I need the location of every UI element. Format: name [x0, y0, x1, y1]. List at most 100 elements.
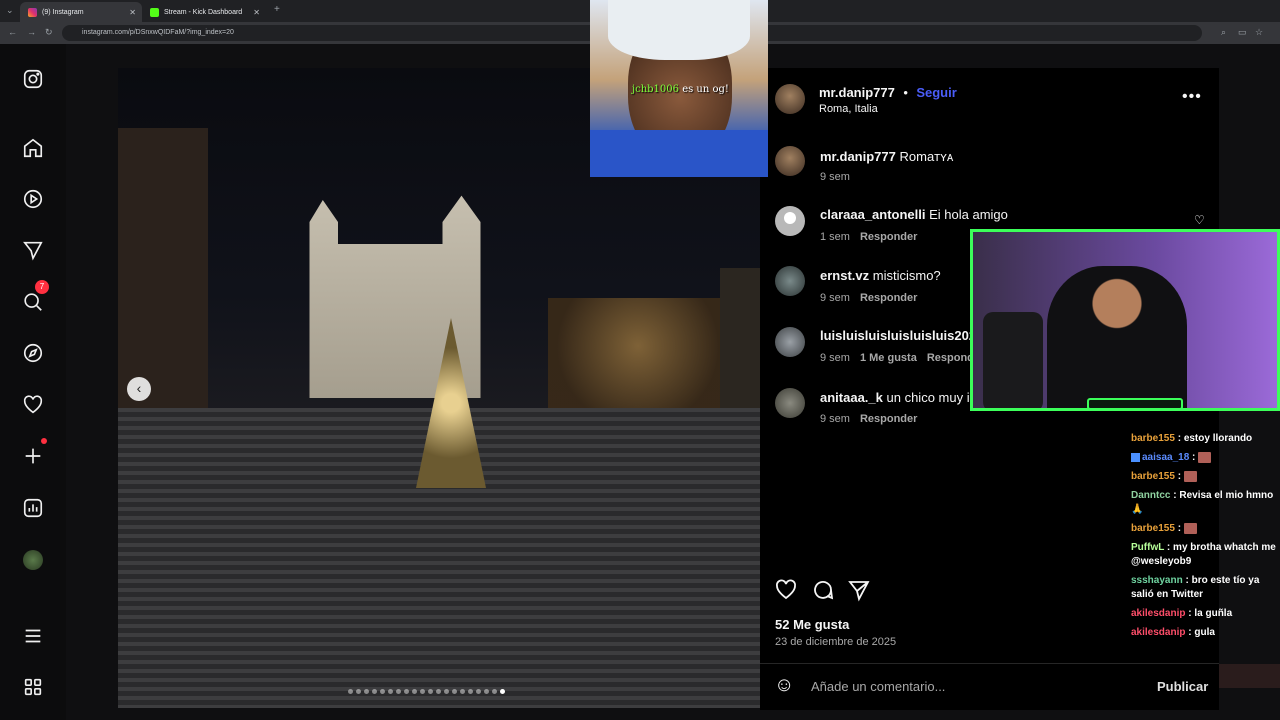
caption-username[interactable]: mr.danip777 [820, 149, 896, 164]
share-icon[interactable] [847, 578, 871, 607]
zoom-icon[interactable]: ⌕ [1221, 27, 1226, 38]
webcam-shirt [590, 130, 768, 177]
reply-button[interactable]: Responder [860, 292, 917, 304]
likes-count[interactable]: 52 Me gusta [775, 617, 849, 632]
webcam-caption-text: es un og! [682, 84, 729, 95]
carousel-dot [364, 689, 369, 694]
carousel-dot [420, 689, 425, 694]
more-apps-icon[interactable] [21, 675, 45, 699]
chat-message: barbe155 : [1131, 522, 1280, 536]
post-location[interactable]: Roma, Italia [819, 103, 878, 115]
profile-icon[interactable] [21, 548, 45, 572]
reply-button[interactable]: Responder [860, 231, 917, 243]
author-username[interactable]: mr.danip777 [819, 85, 895, 100]
chat-message: ssshayann : bro este tío ya salió en Twi… [1131, 574, 1280, 602]
publish-button[interactable]: Publicar [1157, 679, 1208, 694]
tab-title: Stream - Kick Dashboard [164, 8, 243, 16]
reels-icon[interactable] [21, 187, 45, 211]
comment-age: 9 sem [820, 292, 850, 304]
caption-text: Romaᴛʏᴀ [899, 149, 954, 164]
forward-icon[interactable]: → [27, 27, 36, 37]
comment: anitaaa._k un chico muy in [820, 390, 977, 405]
reload-icon[interactable]: ↻ [45, 27, 53, 38]
comment-avatar[interactable] [775, 388, 805, 418]
carousel-dot [444, 689, 449, 694]
webcam-person [1047, 266, 1187, 408]
instagram-favicon-icon [28, 7, 37, 17]
chat-separator: : [1189, 452, 1199, 463]
like-comment-icon[interactable]: ♡ [1194, 213, 1205, 227]
more-options-icon[interactable]: ••• [1182, 88, 1202, 106]
comment-username[interactable]: claraaa_antonelli [820, 207, 926, 222]
home-icon[interactable] [21, 136, 45, 160]
create-icon[interactable] [21, 444, 45, 468]
comment-input[interactable]: Añade un comentario... [811, 679, 945, 694]
install-icon[interactable]: ▭ [1238, 27, 1247, 38]
comment-avatar[interactable] [775, 266, 805, 296]
comment: claraaa_antonelli Ei hola amigo [820, 207, 1008, 222]
chat-emote-icon [1198, 451, 1212, 463]
caption-avatar[interactable] [775, 146, 805, 176]
chat-separator: : [1164, 542, 1174, 553]
carousel-dot [412, 689, 417, 694]
carousel-dot [492, 689, 497, 694]
photo-church [309, 195, 481, 398]
bookmark-star-icon[interactable]: ☆ [1255, 27, 1263, 38]
carousel-dot [404, 689, 409, 694]
comment-age: 9 sem [820, 352, 850, 364]
comment-meta: 9 sem Responder [820, 413, 917, 425]
previous-image-button[interactable]: ‹ [127, 377, 151, 401]
comment-icon[interactable] [811, 578, 835, 607]
author-avatar[interactable] [775, 84, 805, 114]
stream-emote-strip [1219, 664, 1280, 688]
search-icon[interactable] [21, 290, 45, 314]
chat-message: barbe155 : estoy llorando [1131, 432, 1280, 446]
comment-likes[interactable]: 1 Me gusta [860, 352, 917, 364]
photo-hotel [548, 298, 728, 418]
follow-button[interactable]: Seguir [916, 85, 956, 100]
kick-favicon-icon [150, 7, 159, 17]
comment-text: Ei hola amigo [929, 207, 1008, 222]
chat-username: PuffwL [1131, 542, 1165, 553]
carousel-dot [396, 689, 401, 694]
header-separator: • [903, 85, 908, 100]
divider [760, 663, 1219, 664]
explore-icon[interactable] [21, 341, 45, 365]
comment-username[interactable]: ernst.vz [820, 268, 869, 283]
comment-username[interactable]: luisluisluisluisluisluis2027 [820, 328, 983, 343]
back-icon[interactable]: ← [8, 27, 17, 37]
tab-instagram[interactable]: (9) Instagram ✕ [20, 2, 142, 22]
tab-title: (9) Instagram [42, 8, 84, 16]
comment-meta: 9 sem Responder [820, 292, 917, 304]
carousel-dot [476, 689, 481, 694]
tab-search-icon[interactable]: ⌄ [6, 5, 14, 16]
carousel-dot [388, 689, 393, 694]
chat-username: ssshayann [1131, 575, 1183, 586]
comment-username[interactable]: anitaaa._k [820, 390, 883, 405]
chat-username: barbe155 [1131, 523, 1175, 534]
close-tab-icon[interactable]: ✕ [129, 8, 136, 17]
carousel-dot [484, 689, 489, 694]
chat-message: akilesdanip : la guñla [1131, 607, 1280, 621]
comment-avatar[interactable] [775, 206, 805, 236]
comment-text: misticismo? [872, 268, 941, 283]
comment-age: 9 sem [820, 413, 850, 425]
emoji-icon[interactable]: ☺ [774, 674, 794, 697]
menu-icon[interactable] [21, 624, 45, 648]
comment-avatar[interactable] [775, 327, 805, 357]
webcam-caption: jchb1006 es un og! [632, 84, 729, 95]
carousel-dot [356, 689, 361, 694]
new-tab-icon[interactable]: + [274, 4, 280, 15]
close-tab-icon[interactable]: ✕ [253, 8, 260, 17]
reply-button[interactable]: Responder [860, 413, 917, 425]
tab-kick[interactable]: Stream - Kick Dashboard ✕ [142, 2, 266, 22]
chat-message: barbe155 : [1131, 470, 1280, 484]
messages-icon[interactable] [21, 238, 45, 262]
instagram-sidebar: 7 [0, 44, 66, 720]
dashboard-icon[interactable] [21, 496, 45, 520]
like-icon[interactable] [774, 578, 798, 607]
comment-meta: 9 sem 1 Me gusta Responder [820, 352, 984, 364]
chat-separator: : [1174, 523, 1184, 534]
notifications-icon[interactable] [21, 393, 45, 417]
instagram-logo-icon[interactable] [21, 67, 45, 91]
